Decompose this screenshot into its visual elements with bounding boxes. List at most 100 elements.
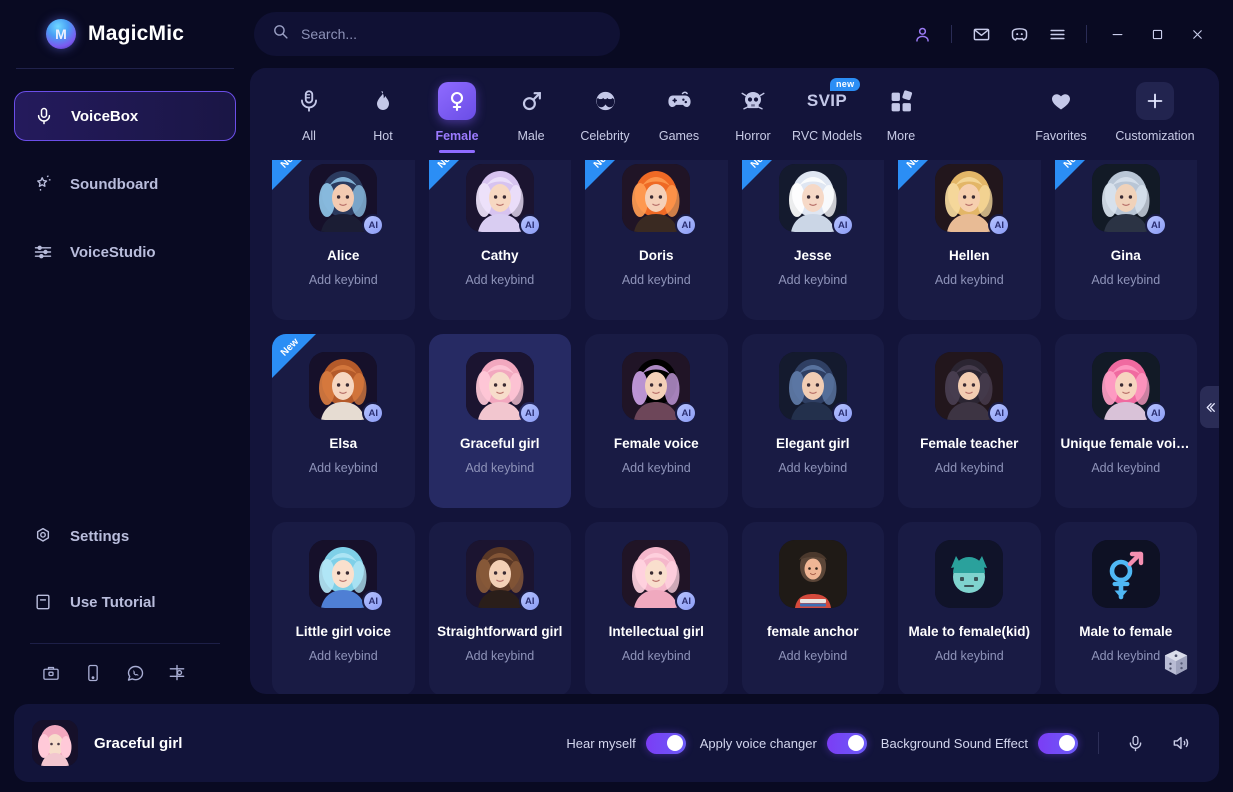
voice-card[interactable]: AI Jesse Add keybind [741, 146, 884, 320]
tab-female[interactable]: Female [420, 82, 494, 151]
microphone-icon[interactable] [1119, 727, 1151, 759]
sidebar-item-voicestudio[interactable]: VoiceStudio [14, 227, 236, 277]
tab-hot[interactable]: Hot [346, 82, 420, 151]
app-title: MagicMic [88, 22, 185, 45]
ai-badge: AI [675, 214, 698, 236]
dice-icon[interactable] [1159, 646, 1193, 680]
voice-card[interactable]: AI Alice Add keybind [272, 146, 415, 320]
avatar: AI [309, 164, 385, 236]
tab-more[interactable]: More [864, 82, 938, 151]
tab-all[interactable]: All [272, 82, 346, 151]
sidebar-item-voicebox[interactable]: VoiceBox [14, 91, 236, 141]
tab-label: Favorites [1035, 129, 1087, 143]
add-keybind-button[interactable]: Add keybind [1091, 273, 1160, 287]
voice-card[interactable]: AI Gina Add keybind [1054, 146, 1197, 320]
player-controls: Hear myself Apply voice changer Backgrou… [566, 727, 1197, 759]
mobile-phone-icon[interactable] [82, 662, 104, 684]
avatar [778, 540, 847, 608]
tab-rvc-models[interactable]: new SVIP RVC Models [790, 78, 864, 151]
avatar: AI [935, 164, 1011, 236]
tab-horror[interactable]: Horror [716, 82, 790, 151]
voice-card[interactable]: AI Cathy Add keybind [428, 146, 571, 320]
gear-icon [32, 525, 54, 547]
mail-icon[interactable] [964, 17, 998, 51]
voice-name: Hellen [948, 248, 990, 263]
ai-badge: AI [362, 402, 385, 424]
voice-card[interactable]: AI Graceful girl Add keybind [428, 334, 571, 508]
add-keybind-button[interactable]: Add keybind [1091, 649, 1160, 663]
briefcase-icon[interactable] [40, 662, 62, 684]
voice-scroll-area[interactable]: Female AI Alice Add keybind AI [250, 68, 1219, 694]
add-keybind-button[interactable]: Add keybind [309, 273, 378, 287]
search-icon [272, 23, 289, 45]
microphone-icon [33, 105, 55, 127]
voice-card[interactable]: AI Little girl voice Add keybind [272, 522, 415, 694]
sidebar-item-use-tutorial[interactable]: Use Tutorial [14, 577, 236, 627]
voice-card[interactable]: AI Doris Add keybind [585, 146, 728, 320]
voice-name: Elegant girl [775, 436, 850, 451]
voice-card[interactable]: AI Unique female voice Add keybind [1054, 334, 1197, 508]
sidebar-item-soundboard[interactable]: Soundboard [14, 159, 236, 209]
voice-card[interactable]: AI Elsa Add keybind [272, 334, 415, 508]
voice-card[interactable]: AI Elegant girl Add keybind [741, 334, 884, 508]
discord-icon[interactable] [1002, 17, 1036, 51]
voice-card[interactable]: AI Straightforward girl Add keybind [428, 522, 571, 694]
voice-card[interactable]: AI Female voice Add keybind [585, 334, 728, 508]
background-sound-effect-control: Background Sound Effect [881, 732, 1078, 754]
hamburger-menu-icon[interactable] [1040, 17, 1074, 51]
avatar: AI [935, 352, 1011, 424]
add-keybind-button[interactable]: Add keybind [622, 461, 691, 475]
tab-label: Games [658, 129, 700, 143]
add-keybind-button[interactable]: Add keybind [935, 649, 1004, 663]
tab-games[interactable]: Games [642, 82, 716, 151]
add-keybind-button[interactable]: Add keybind [935, 273, 1004, 287]
tab-favorites[interactable]: Favorites [1019, 82, 1103, 151]
tab-label: Customization [1115, 129, 1195, 143]
magic-wand-icon [32, 173, 54, 195]
add-keybind-button[interactable]: Add keybind [465, 461, 534, 475]
avatar-image [1091, 540, 1160, 608]
current-voice[interactable]: Graceful girl [32, 720, 182, 766]
share-network-icon[interactable] [166, 662, 188, 684]
add-keybind-button[interactable]: Add keybind [1091, 461, 1160, 475]
add-keybind-button[interactable]: Add keybind [935, 461, 1004, 475]
tab-celebrity[interactable]: Celebrity [568, 82, 642, 151]
search-bar[interactable] [254, 12, 620, 56]
search-input[interactable] [301, 26, 602, 42]
chevron-double-left-icon[interactable] [1200, 386, 1219, 428]
add-keybind-button[interactable]: Add keybind [309, 461, 378, 475]
sidebar-item-label: VoiceStudio [70, 243, 156, 261]
add-keybind-button[interactable]: Add keybind [778, 649, 847, 663]
add-keybind-button[interactable]: Add keybind [622, 649, 691, 663]
voice-card[interactable]: AI Hellen Add keybind [898, 146, 1041, 320]
add-keybind-button[interactable]: Add keybind [778, 461, 847, 475]
voice-card[interactable]: female anchor Add keybind [741, 522, 884, 694]
titlebar-actions [905, 16, 1233, 52]
add-keybind-button[interactable]: Add keybind [465, 273, 534, 287]
tab-male[interactable]: Male [494, 82, 568, 151]
voice-card[interactable]: AI Intellectual girl Add keybind [585, 522, 728, 694]
hear-myself-control: Hear myself [566, 732, 686, 754]
background-sound-effect-toggle[interactable] [1038, 732, 1078, 754]
ai-badge: AI [518, 402, 541, 424]
sidebar-item-settings[interactable]: Settings [14, 511, 236, 561]
maximize-icon[interactable] [1139, 16, 1175, 52]
add-keybind-button[interactable]: Add keybind [465, 649, 534, 663]
avatar: AI [1091, 352, 1167, 424]
add-keybind-button[interactable]: Add keybind [622, 273, 691, 287]
hear-myself-toggle[interactable] [645, 732, 686, 754]
voice-card[interactable]: AI Female teacher Add keybind [898, 334, 1041, 508]
tab-label: Horror [735, 129, 771, 143]
user-account-icon[interactable] [905, 17, 939, 51]
voice-name: Unique female voice [1060, 436, 1192, 451]
tab-customization[interactable]: Customization [1113, 82, 1197, 151]
voice-card[interactable]: Male to female(kid) Add keybind [898, 522, 1041, 694]
whatsapp-icon[interactable] [124, 662, 146, 684]
close-icon[interactable] [1179, 16, 1215, 52]
minimize-icon[interactable] [1099, 16, 1135, 52]
tab-label: Hot [373, 129, 393, 143]
apply-voice-changer-toggle[interactable] [826, 732, 867, 754]
speaker-volume-icon[interactable] [1165, 727, 1197, 759]
add-keybind-button[interactable]: Add keybind [309, 649, 378, 663]
add-keybind-button[interactable]: Add keybind [778, 273, 847, 287]
